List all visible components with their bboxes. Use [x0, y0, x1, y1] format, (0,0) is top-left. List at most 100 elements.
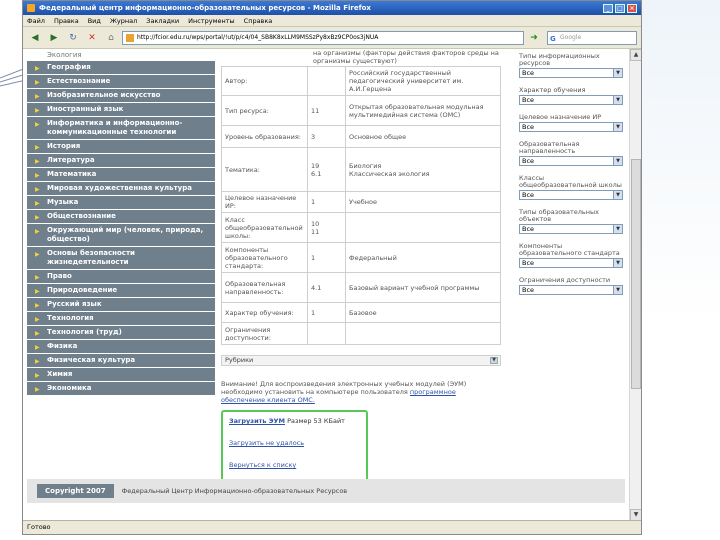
menu-tools[interactable]: Инструменты: [188, 17, 235, 25]
close-icon[interactable]: ×: [627, 3, 637, 13]
row-code: 1: [307, 302, 346, 323]
row-label: Автор:: [221, 66, 308, 96]
menu-bookmarks[interactable]: Закладки: [146, 17, 179, 25]
sidebar-item[interactable]: ▶ География: [27, 61, 215, 75]
download-failed-link[interactable]: Загрузить не удалось: [229, 439, 304, 447]
filter-select[interactable]: Все ▼: [519, 258, 623, 268]
filter-select[interactable]: Все ▼: [519, 190, 623, 200]
address-bar[interactable]: http://fcior.edu.ru/wps/portal/!ut/p/c4/…: [122, 30, 524, 45]
rubrics-panel[interactable]: Рубрики ▼: [221, 355, 501, 366]
sidebar-item[interactable]: ▶ Литература: [27, 154, 215, 168]
go-arrow-icon[interactable]: ➜: [527, 31, 541, 45]
filter-label: Характер обучения: [519, 86, 586, 94]
filter-select[interactable]: Все ▼: [519, 68, 623, 78]
reload-icon[interactable]: ↻: [65, 30, 81, 46]
minimize-icon[interactable]: _: [603, 3, 613, 13]
filter-select[interactable]: Все ▼: [519, 224, 623, 234]
scroll-thumb[interactable]: [631, 159, 641, 389]
sidebar-item-label: Физическая культура: [47, 356, 136, 364]
vertical-scrollbar[interactable]: ▲ ▼: [629, 49, 641, 521]
menu-bar: Файл Правка Вид Журнал Закладки Инструме…: [23, 15, 641, 27]
sidebar-item[interactable]: ▶ Изобразительное искусство: [27, 89, 215, 103]
filter-panel: Типы информационных ресурсов Все ▼ Характ…: [519, 49, 623, 295]
forward-arrow-icon[interactable]: ▶: [46, 30, 62, 46]
sidebar-item[interactable]: ▶ Химия: [27, 368, 215, 382]
menu-history[interactable]: Журнал: [110, 17, 137, 25]
chevron-down-icon: ▼: [613, 69, 622, 77]
table-row: Характер обучения: 1 Базовое: [221, 302, 501, 323]
row-value: Биология Классическая экология: [345, 147, 501, 192]
details-table: Автор: Российский государственный педаго…: [221, 66, 501, 345]
filter-value: Все: [522, 286, 535, 294]
sidebar-item[interactable]: ▶ Право: [27, 270, 215, 284]
sidebar-item[interactable]: ▶ История: [27, 140, 215, 154]
row-value: [345, 322, 501, 345]
sidebar-item[interactable]: ▶ Технология: [27, 312, 215, 326]
sidebar-item[interactable]: ▶ Математика: [27, 168, 215, 182]
chevron-down-icon: ▼: [613, 259, 622, 267]
sidebar-item[interactable]: ▶ Физика: [27, 340, 215, 354]
filter-select[interactable]: Все ▼: [519, 95, 623, 105]
filter-select[interactable]: Все ▼: [519, 156, 623, 166]
sidebar-item[interactable]: ▶ Мировая художественная культура: [27, 182, 215, 196]
menu-view[interactable]: Вид: [88, 17, 101, 25]
row-code: 1: [307, 191, 346, 213]
filter-label: Типы образовательных объектов: [519, 208, 599, 223]
sidebar-item-label: Право: [47, 272, 72, 280]
table-row: Тематика: 19 6.1 Биология Классическая э…: [221, 147, 501, 192]
sidebar-item-label: Литература: [47, 156, 95, 164]
arrow-icon: ▶: [35, 186, 40, 193]
sidebar-item[interactable]: ▶ Русский язык: [27, 298, 215, 312]
chevron-down-icon: ▼: [613, 225, 622, 233]
chevron-down-icon[interactable]: ▼: [490, 357, 498, 364]
sidebar-item[interactable]: ▶ Окружающий мир (человек, природа, общес…: [27, 224, 215, 247]
download-size: Размер 53 КБайт: [287, 417, 345, 425]
browser-window: Федеральный центр информационно-образова…: [22, 0, 642, 535]
sidebar-item-label: Окружающий мир (человек, природа, общест…: [47, 226, 204, 243]
row-label: Уровень образования:: [221, 125, 308, 148]
row-value: Открытая образовательная модульная мульт…: [345, 95, 501, 126]
back-to-list-link[interactable]: Вернуться к списку: [229, 461, 296, 469]
menu-edit[interactable]: Правка: [54, 17, 79, 25]
filter-value: Все: [522, 259, 535, 267]
search-input[interactable]: G Google: [547, 30, 637, 45]
arrow-icon: ▶: [35, 172, 40, 179]
maximize-icon[interactable]: □: [615, 3, 625, 13]
sidebar-item[interactable]: ▶ Иностранный язык: [27, 103, 215, 117]
filter-label: Целевое назначение ИР: [519, 113, 602, 121]
sidebar-item-label: Естествознание: [47, 77, 111, 85]
address-url: http://fcior.edu.ru/wps/portal/!ut/p/c4/…: [137, 33, 379, 41]
filter-value: Все: [522, 69, 535, 77]
row-value: Федеральный: [345, 242, 501, 273]
row-label: Класс общеобразовательной школы:: [221, 212, 308, 243]
sidebar-item[interactable]: ▶ Информатика и информационно-коммуникаци…: [27, 117, 215, 140]
sidebar-item-label: Химия: [47, 370, 73, 378]
filter-select[interactable]: Все ▼: [519, 285, 623, 295]
sidebar-item[interactable]: ▶ Экономика: [27, 382, 215, 396]
filter-select[interactable]: Все ▼: [519, 122, 623, 132]
sidebar-item-label: Информатика и информационно-коммуникацио…: [47, 119, 183, 136]
row-code: 19 6.1: [307, 147, 346, 192]
sidebar-item[interactable]: ▶ Природоведение: [27, 284, 215, 298]
sidebar-item[interactable]: ▶ Музыка: [27, 196, 215, 210]
filter-value: Все: [522, 225, 535, 233]
sidebar-item-label: Природоведение: [47, 286, 118, 294]
sidebar-item-ecology[interactable]: Экология: [27, 49, 215, 61]
sidebar-item[interactable]: ▶ Физическая культура: [27, 354, 215, 368]
sidebar-item-label: Мировая художественная культура: [47, 184, 192, 192]
favicon-icon: [27, 4, 35, 12]
sidebar-item[interactable]: ▶ Технология (труд): [27, 326, 215, 340]
home-icon[interactable]: ⌂: [103, 30, 119, 46]
sidebar-item[interactable]: ▶ Основы безопасности жизнедеятельности: [27, 247, 215, 270]
sidebar-item[interactable]: ▶ Естествознание: [27, 75, 215, 89]
sidebar-item[interactable]: ▶ Обществознание: [27, 210, 215, 224]
filter-label: Классы общеобразовательной школы: [519, 174, 622, 189]
back-arrow-icon[interactable]: ◀: [27, 30, 43, 46]
arrow-icon: ▶: [35, 214, 40, 221]
download-link[interactable]: Загрузить ЭУМ: [229, 417, 285, 425]
row-value: Российский государственный педагогически…: [345, 66, 501, 96]
stop-icon[interactable]: ✕: [84, 30, 100, 46]
menu-help[interactable]: Справка: [244, 17, 273, 25]
menu-file[interactable]: Файл: [27, 17, 45, 25]
scroll-up-icon[interactable]: ▲: [630, 49, 641, 61]
